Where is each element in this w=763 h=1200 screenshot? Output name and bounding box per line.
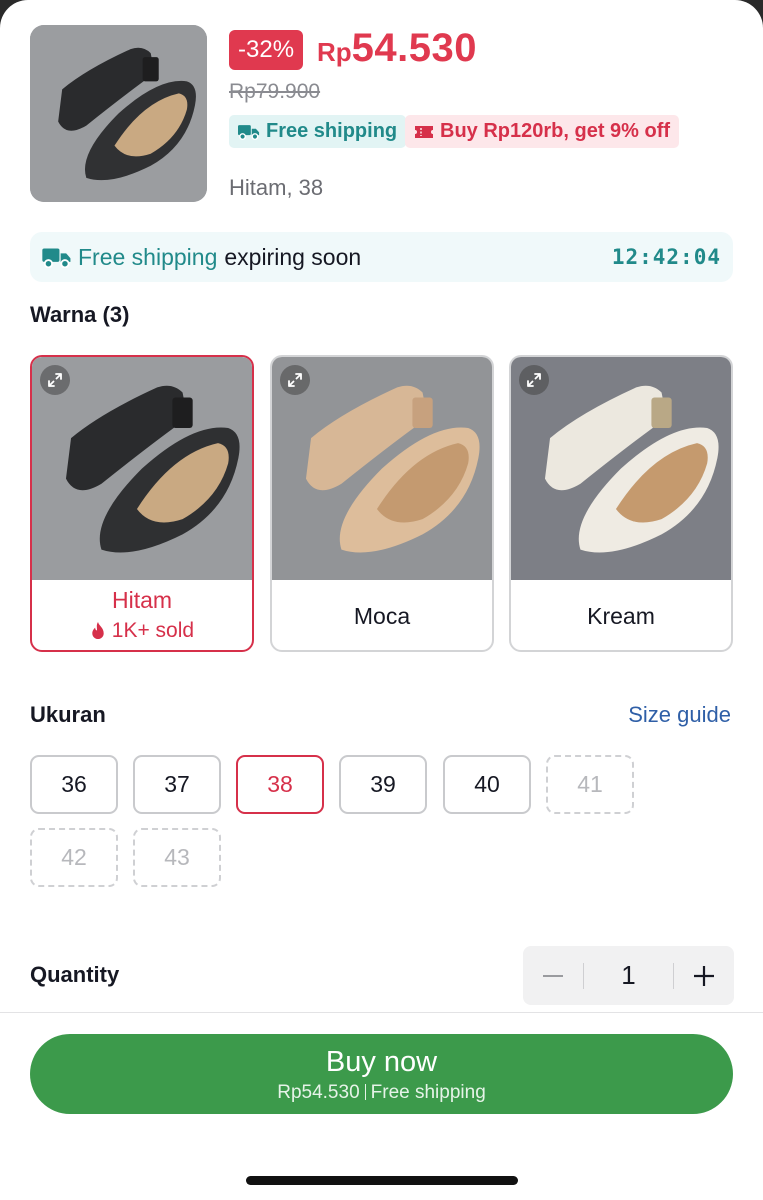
home-indicator (246, 1176, 518, 1185)
decrease-button[interactable] (523, 946, 583, 1005)
size-option-40[interactable]: 40 (443, 755, 531, 814)
increase-button[interactable] (674, 946, 734, 1005)
size-option-41: 41 (546, 755, 634, 814)
price-amount: 54.530 (351, 26, 478, 70)
free-shipping-label: Free shipping (266, 120, 398, 142)
quantity-stepper: 1 (523, 946, 734, 1005)
size-guide-link[interactable]: Size guide (628, 702, 731, 728)
buy-now-subtext: Rp54.530 Free shipping (30, 1082, 733, 1104)
buy-now-shipping: Free shipping (370, 1082, 486, 1103)
expand-icon[interactable] (40, 365, 70, 395)
truck-icon (238, 123, 260, 140)
sold-label: 1K+ sold (111, 619, 195, 642)
product-thumbnail[interactable] (30, 25, 207, 202)
expand-icon[interactable] (280, 365, 310, 395)
plus-icon (694, 965, 714, 986)
color-option-moca[interactable]: Moca (270, 355, 494, 652)
voucher-badge: Buy Rp120rb, get 9% off (405, 115, 680, 148)
expand-icon[interactable] (519, 365, 549, 395)
current-price: Rp54.530 (317, 26, 477, 71)
footer-divider (0, 1012, 763, 1013)
size-option-37[interactable]: 37 (133, 755, 221, 814)
color-section-title: Warna (3) (30, 302, 130, 327)
timer-highlight: Free shipping (78, 243, 218, 270)
sold-count: 1K+ sold (32, 619, 252, 643)
flame-icon (92, 621, 104, 640)
original-price: Rp79.900 (229, 80, 321, 103)
quantity-title: Quantity (30, 962, 120, 987)
color-option-hitam[interactable]: Hitam 1K+ sold (30, 355, 254, 652)
currency-symbol: Rp (317, 37, 352, 67)
free-shipping-badge: Free shipping (229, 115, 407, 148)
buy-now-label: Buy now (325, 1046, 438, 1078)
quantity-value[interactable]: 1 (584, 960, 673, 991)
size-option-38[interactable]: 38 (236, 755, 324, 814)
size-option-39[interactable]: 39 (339, 755, 427, 814)
color-label: Hitam (111, 587, 173, 613)
product-options-sheet: -32% Rp54.530 Rp79.900 Free shipping Buy… (0, 0, 763, 1200)
size-option-43: 43 (133, 828, 221, 887)
discount-badge: -32% (229, 30, 304, 70)
buy-now-price: Rp54.530 (277, 1082, 360, 1103)
timer-text: expiring soon (224, 243, 362, 270)
buy-now-button[interactable]: Buy now Rp54.530 Free shipping (30, 1034, 733, 1114)
color-option-kream[interactable]: Kream (509, 355, 733, 652)
minus-icon (543, 974, 563, 977)
size-option-36[interactable]: 36 (30, 755, 118, 814)
selected-variant: Hitam, 38 (229, 175, 324, 200)
size-section-title: Ukuran (30, 702, 106, 727)
color-label: Moca (353, 603, 411, 629)
truck-icon (42, 246, 72, 268)
ticket-icon (415, 125, 433, 138)
voucher-label: Buy Rp120rb, get 9% off (440, 120, 671, 142)
color-label: Kream (587, 603, 655, 629)
size-option-42: 42 (30, 828, 118, 887)
free-shipping-timer-bar: Free shipping expiring soon 12:42:04 (30, 232, 733, 282)
countdown-timer: 12:42:04 (611, 245, 721, 269)
